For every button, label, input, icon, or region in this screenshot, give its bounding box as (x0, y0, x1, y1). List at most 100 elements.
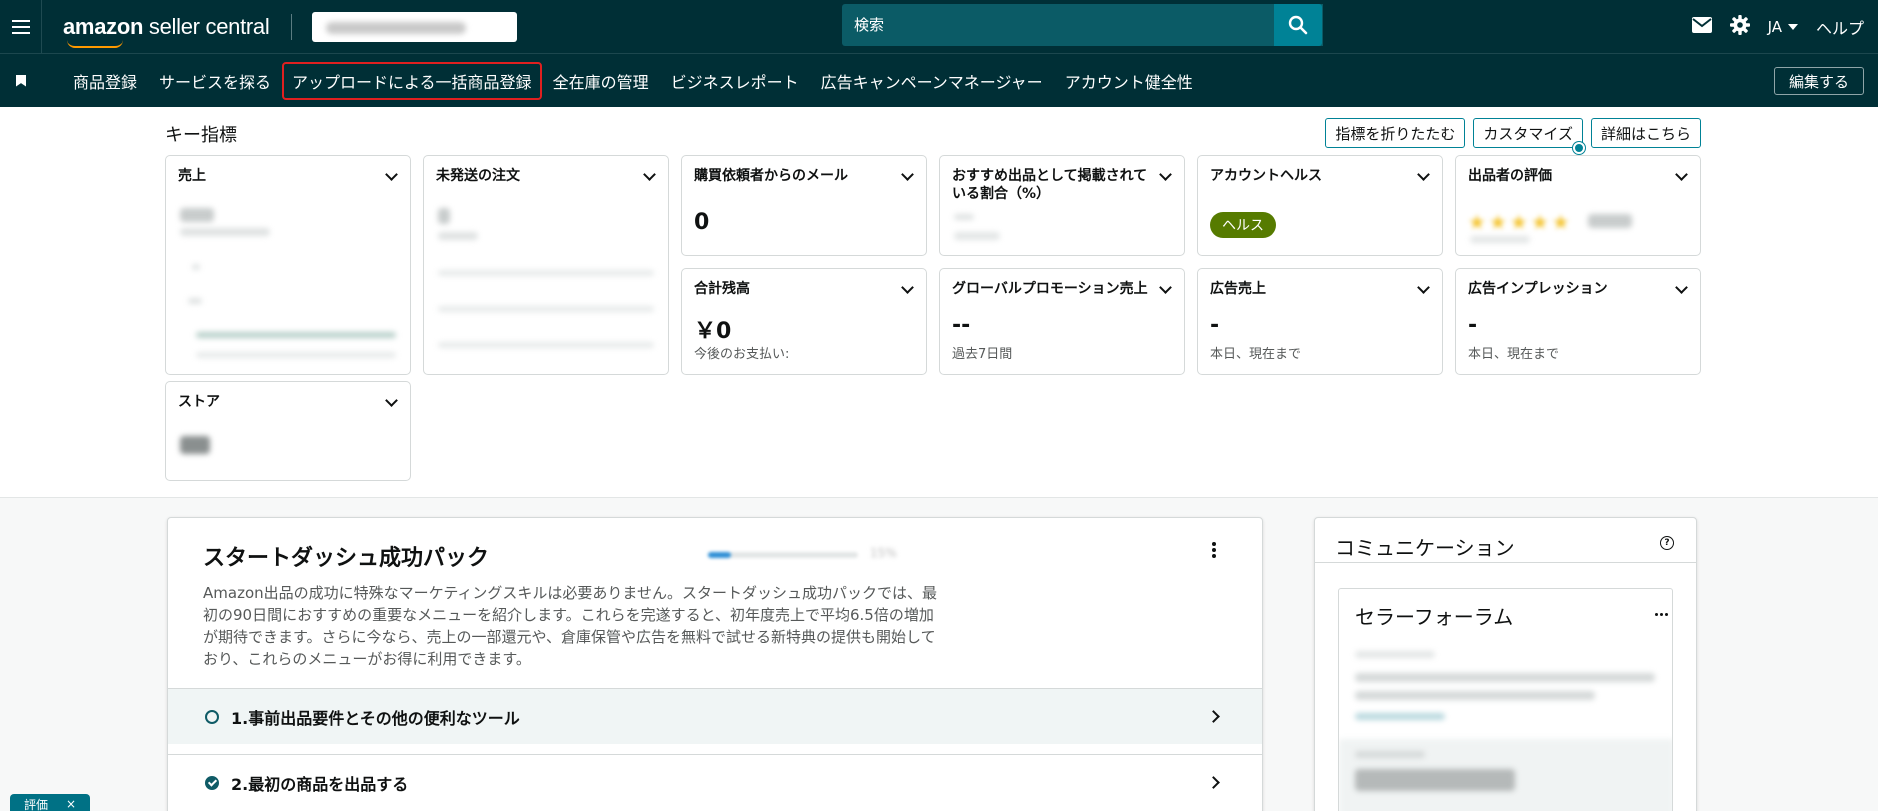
card-total-balance[interactable]: 合計残高 ￥0 今後のお支払い: (681, 268, 927, 375)
chevron-down-icon[interactable] (1417, 281, 1430, 294)
redacted-post (1355, 769, 1515, 791)
redacted-chart (192, 264, 200, 270)
star-icon: ★ (1509, 210, 1528, 234)
step-label: 1.事前出品要件とその他の便利なツール (231, 708, 520, 728)
seller-forum-card: セラーフォーラム (1338, 588, 1673, 811)
learn-more-button[interactable]: 詳細はこちら (1590, 118, 1701, 148)
chevron-down-icon[interactable] (385, 168, 398, 181)
chevron-down-icon[interactable] (1159, 168, 1172, 181)
communication-title: コミュニケーション (1335, 536, 1515, 560)
more-options-icon[interactable] (1655, 613, 1658, 616)
nav-item-explore-services[interactable]: サービスを探る (148, 62, 282, 100)
bookmark-icon (16, 74, 26, 87)
star-icon: ★ (1488, 210, 1507, 234)
nav-item-bulk-upload[interactable]: アップロードによる一括商品登録 (282, 61, 542, 100)
collapse-metrics-button[interactable]: 指標を折りたたむ (1325, 118, 1466, 148)
bookmark-button[interactable] (0, 74, 42, 87)
edit-nav-button[interactable]: 編集する (1773, 67, 1864, 95)
chevron-down-icon[interactable] (1675, 281, 1688, 294)
amazon-seller-central-logo[interactable]: amazon seller central (63, 14, 270, 48)
card-title: 未発送の注文 (436, 168, 520, 184)
redacted-chart (196, 332, 396, 338)
nav-item-account-health[interactable]: アカウント健全性 (1054, 62, 1204, 100)
nav-items: 商品登録 サービスを探る アップロードによる一括商品登録 全在庫の管理 ビジネス… (62, 61, 1204, 100)
card-sales[interactable]: 売上 (165, 155, 411, 375)
redacted-post (1355, 673, 1655, 682)
mail-icon (1691, 16, 1712, 33)
health-status-badge: ヘルス (1210, 212, 1276, 238)
feedback-tab[interactable]: 評価 × (10, 794, 90, 811)
chevron-down-icon[interactable] (901, 168, 914, 181)
search-box (842, 4, 1323, 46)
redacted-row (438, 306, 654, 312)
redacted-value (1588, 214, 1632, 228)
progress-percent: 15% (870, 546, 897, 560)
help-icon[interactable]: ? (1660, 536, 1674, 550)
start-pack-progress (708, 552, 858, 558)
card-title: ストア (178, 394, 220, 410)
progress-fill (708, 552, 731, 558)
search-input[interactable] (842, 16, 1323, 34)
nav-item-campaign-manager[interactable]: 広告キャンペーンマネージャー (810, 62, 1054, 100)
redacted-post (1355, 751, 1425, 758)
nav-item-business-reports[interactable]: ビジネスレポート (660, 62, 810, 100)
header-utilities: JA ヘルプ (1691, 0, 1864, 53)
gear-icon (1729, 14, 1750, 35)
customize-button[interactable]: カスタマイズ (1473, 118, 1583, 148)
card-seller-rating[interactable]: 出品者の評価 ★ ★ ★ ★ ★ (1455, 155, 1701, 256)
chevron-down-icon[interactable] (1675, 168, 1688, 181)
card-title: アカウントヘルス (1210, 168, 1322, 184)
menu-button[interactable] (0, 0, 42, 53)
redacted-chart (188, 298, 202, 304)
step-row-2[interactable]: 2.最初の商品を出品する (168, 754, 1262, 810)
tour-marker-icon (1573, 142, 1585, 154)
seller-forum-title: セラーフォーラム (1355, 605, 1514, 629)
language-selector[interactable]: JA (1768, 18, 1798, 36)
chevron-down-icon[interactable] (385, 394, 398, 407)
search-button[interactable] (1274, 4, 1322, 46)
redacted-value (954, 232, 1000, 240)
start-pack-title: スタートダッシュ成功パック (203, 546, 490, 571)
chevron-right-icon (1207, 776, 1220, 789)
divider (1315, 562, 1696, 563)
card-ad-sales[interactable]: 広告売上 - 本日、現在まで (1197, 268, 1443, 375)
key-metrics-section: キー指標 指標を折りたたむ カスタマイズ 詳細はこちら 売上 未発送の注文 購買… (0, 107, 1878, 498)
feedback-label: 評価 (24, 797, 49, 811)
metric-actions: 指標を折りたたむ カスタマイズ 詳細はこちら (1325, 118, 1701, 148)
close-icon[interactable]: × (66, 797, 76, 811)
chevron-down-icon[interactable] (1159, 281, 1172, 294)
mail-button[interactable] (1691, 16, 1712, 37)
metric-subtext: 今後のお支払い: (694, 347, 790, 362)
card-title: グローバルプロモーション売上 (952, 281, 1148, 297)
chevron-down-icon[interactable] (643, 168, 656, 181)
chevron-down-icon[interactable] (901, 281, 914, 294)
redacted-value (438, 208, 450, 224)
card-buyer-messages[interactable]: 購買依頼者からのメール 0 (681, 155, 927, 256)
card-title: 売上 (178, 168, 206, 184)
card-global-promotion-sales[interactable]: グローバルプロモーション売上 -- 過去7日間 (939, 268, 1185, 375)
start-pack-description: Amazon出品の成功に特殊なマーケティングスキルは必要ありません。スタートダッ… (203, 584, 937, 668)
card-account-health[interactable]: アカウントヘルス ヘルス (1197, 155, 1443, 256)
card-unshipped-orders[interactable]: 未発送の注文 (423, 155, 669, 375)
more-options-icon[interactable] (1212, 542, 1216, 546)
nav-item-manage-inventory[interactable]: 全在庫の管理 (542, 62, 660, 100)
chevron-down-icon[interactable] (1417, 168, 1430, 181)
redacted-value (1470, 236, 1530, 243)
card-store[interactable]: ストア (165, 381, 411, 481)
card-title: 広告インプレッション (1468, 281, 1608, 297)
step-row-1[interactable]: 1.事前出品要件とその他の便利なツール (168, 688, 1262, 744)
card-ad-impressions[interactable]: 広告インプレッション - 本日、現在まで (1455, 268, 1701, 375)
star-icon: ★ (1468, 210, 1486, 234)
chevron-right-icon (1207, 710, 1220, 723)
card-featured-offer[interactable]: おすすめ出品として掲載されている割合（%） (939, 155, 1185, 256)
card-title: 広告売上 (1210, 281, 1266, 297)
step-pending-icon (205, 709, 219, 724)
redacted-row (438, 270, 654, 276)
help-link[interactable]: ヘルプ (1816, 15, 1864, 39)
metric-value: - (1468, 313, 1478, 338)
store-selector[interactable] (312, 11, 518, 42)
nav-item-add-product[interactable]: 商品登録 (62, 62, 148, 100)
header-divider (291, 13, 293, 40)
settings-button[interactable] (1729, 14, 1750, 39)
step-done-icon (205, 775, 219, 790)
